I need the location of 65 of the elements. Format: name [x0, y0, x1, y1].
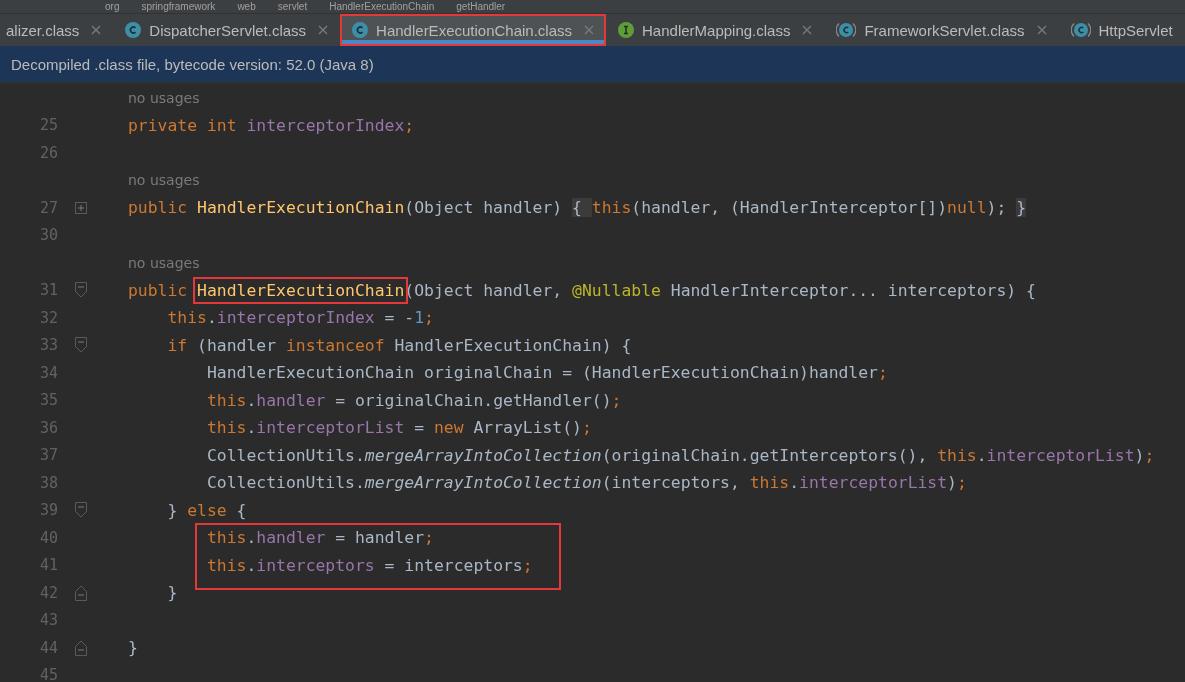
line-number: 34 — [39, 363, 58, 382]
interface-icon — [618, 22, 635, 38]
line-number: 39 — [39, 501, 58, 520]
editor-tab[interactable]: DispatcherServlet.class — [113, 14, 341, 46]
code-line: } — [166, 583, 178, 603]
code-line: this.interceptorList = new ArrayList(); — [205, 418, 592, 438]
fold-end-icon[interactable] — [74, 639, 87, 656]
close-icon[interactable] — [318, 25, 329, 35]
line-number: 42 — [39, 583, 58, 602]
editor-tab[interactable]: alizer.class — [0, 14, 114, 46]
code-line: CollectionUtils.mergeArrayIntoCollection(interceptors, this.interceptorList); — [205, 473, 967, 493]
usage-hint[interactable]: no usages — [128, 172, 200, 189]
code-line: HandlerExecutionChain originalChain = (HandlerExecutionChain)handler; — [205, 363, 888, 383]
line-number: 32 — [39, 308, 58, 327]
line-number: 43 — [39, 611, 58, 630]
editor-tab[interactable]: FrameworkServlet.class — [824, 14, 1059, 46]
line-number: 44 — [39, 638, 58, 657]
expand-icon[interactable] — [74, 201, 87, 214]
close-icon[interactable] — [1036, 25, 1047, 35]
code-line: CollectionUtils.mergeArrayIntoCollection(originalChain.getInterceptors(), this.interceptorList); — [205, 445, 1155, 465]
line-number: 33 — [39, 336, 58, 355]
line-number: 40 — [39, 528, 58, 547]
line-number: 37 — [39, 446, 58, 465]
fold-icon[interactable] — [74, 502, 87, 519]
line-number: 27 — [39, 198, 58, 217]
close-icon[interactable] — [584, 25, 595, 35]
code-line: this.interceptorIndex = -1; — [166, 308, 434, 328]
breadcrumb-item[interactable]: springframework — [141, 0, 216, 13]
code-line: } else { — [166, 500, 247, 520]
code-line: this.handler = originalChain.getHandler(); — [205, 390, 622, 410]
line-number: 26 — [39, 143, 58, 162]
usage-hint[interactable]: no usages — [128, 254, 200, 271]
line-number: 25 — [39, 116, 58, 135]
close-icon[interactable] — [802, 25, 813, 35]
editor-tab[interactable]: HandlerExecutionChain.class — [340, 14, 607, 46]
class-icon — [125, 22, 142, 38]
class-icon — [352, 22, 369, 38]
fold-icon[interactable] — [74, 337, 87, 354]
line-number: 38 — [39, 473, 58, 492]
breadcrumb-item[interactable]: org — [105, 0, 120, 13]
code-line: private int interceptorIndex; — [128, 115, 415, 135]
breadcrumb-item[interactable]: HandlerExecutionChain — [329, 0, 435, 13]
banner-text: Decompiled .class file, bytecode version: 52.0 (Java 8) — [11, 55, 374, 73]
code-line: } — [128, 638, 138, 658]
code-line: if (handler instanceof HandlerExecutionChain) { — [166, 335, 632, 355]
breadcrumb-item[interactable]: web — [237, 0, 256, 13]
abstract-class-icon — [836, 22, 857, 38]
editor-tab[interactable]: HttpServlet — [1058, 14, 1185, 46]
line-number: 45 — [39, 666, 58, 682]
fold-icon[interactable] — [74, 282, 87, 299]
line-number: 31 — [39, 281, 58, 300]
code-line: this.interceptors = interceptors; — [205, 555, 533, 575]
abstract-class-icon — [1070, 22, 1091, 38]
line-number: 41 — [39, 556, 58, 575]
line-number: 35 — [39, 391, 58, 410]
line-number: 36 — [39, 418, 58, 437]
fold-end-icon[interactable] — [74, 584, 87, 601]
close-icon[interactable] — [91, 25, 102, 35]
code-line: this.handler = handler; — [205, 528, 434, 548]
breadcrumb-item[interactable]: getHandler — [456, 0, 506, 13]
breadcrumb-item[interactable]: servlet — [277, 0, 308, 13]
line-number: 30 — [39, 226, 58, 245]
code-line: public HandlerExecutionChain(Object handler) { this(handler, (HandlerInterceptor[])null); } — [128, 198, 1027, 218]
usage-hint[interactable]: no usages — [128, 89, 200, 106]
editor-tab[interactable]: HandlerMapping.class — [606, 14, 825, 46]
